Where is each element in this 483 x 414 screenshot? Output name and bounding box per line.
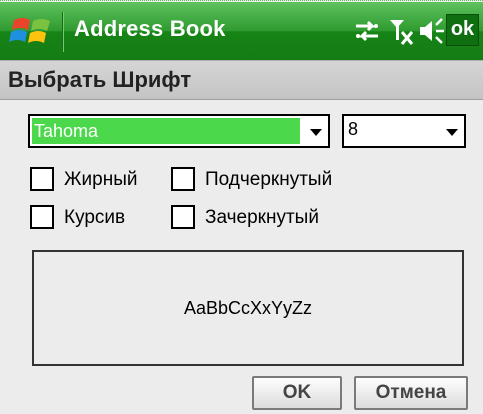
title-separator-highlight [63,12,64,52]
title-ok-button[interactable]: ok [446,14,479,46]
underline-label: Подчеркнутый [205,169,333,190]
chevron-down-icon[interactable] [310,129,322,136]
preview-sample-text: AaBbCcXxYyZz [183,298,313,318]
dialog-header: Выбрать Шрифт [0,60,483,100]
font-size-value: 8 [348,119,359,139]
italic-checkbox[interactable] [30,205,54,229]
strikeout-checkbox[interactable] [171,205,195,229]
bold-label: Жирный [64,169,138,190]
connectivity-icon[interactable] [352,16,382,46]
cancel-button[interactable]: Отмена [354,376,468,410]
title-bar: Address Book ok [0,2,483,60]
bold-checkbox[interactable] [30,167,54,191]
start-icon[interactable] [8,14,56,48]
font-name-value: Tahoma [32,118,300,144]
volume-icon[interactable] [418,16,446,46]
italic-label: Курсив [64,207,126,228]
strikeout-label: Зачеркнутый [205,207,319,228]
font-size-dropdown[interactable]: 8 [342,114,466,148]
dialog-title: Выбрать Шрифт [8,67,192,92]
signal-off-icon[interactable] [388,16,416,48]
ok-button[interactable]: OK [252,376,342,410]
font-name-dropdown[interactable]: Tahoma [28,114,330,148]
chevron-down-icon[interactable] [446,129,458,136]
app-title: Address Book [74,16,226,41]
font-preview-box: AaBbCcXxYyZz [32,250,464,366]
underline-checkbox[interactable] [171,167,195,191]
